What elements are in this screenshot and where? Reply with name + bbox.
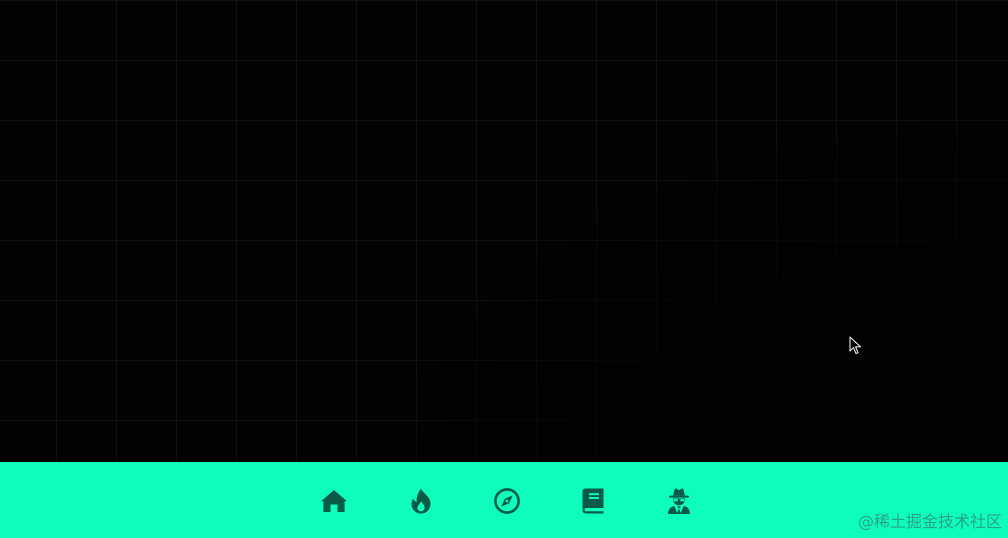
compass-icon bbox=[494, 488, 520, 514]
watermark-text: @稀土掘金技术社区 bbox=[857, 512, 1002, 531]
fire-icon bbox=[411, 488, 431, 514]
user-secret-icon bbox=[668, 488, 690, 514]
book-icon bbox=[582, 488, 604, 514]
nav-explore-button[interactable] bbox=[492, 486, 522, 516]
bottom-nav bbox=[0, 462, 1008, 538]
nav-hot-button[interactable] bbox=[406, 486, 436, 516]
nav-home-button[interactable] bbox=[319, 486, 349, 516]
bottom-nav-bar bbox=[0, 462, 1008, 538]
mouse-cursor-icon bbox=[849, 336, 862, 355]
grid-background bbox=[0, 0, 1008, 462]
home-icon bbox=[321, 490, 347, 512]
nav-book-button[interactable] bbox=[578, 486, 608, 516]
app-stage: @稀土掘金技术社区 bbox=[0, 0, 1008, 538]
nav-profile-button[interactable] bbox=[664, 486, 694, 516]
